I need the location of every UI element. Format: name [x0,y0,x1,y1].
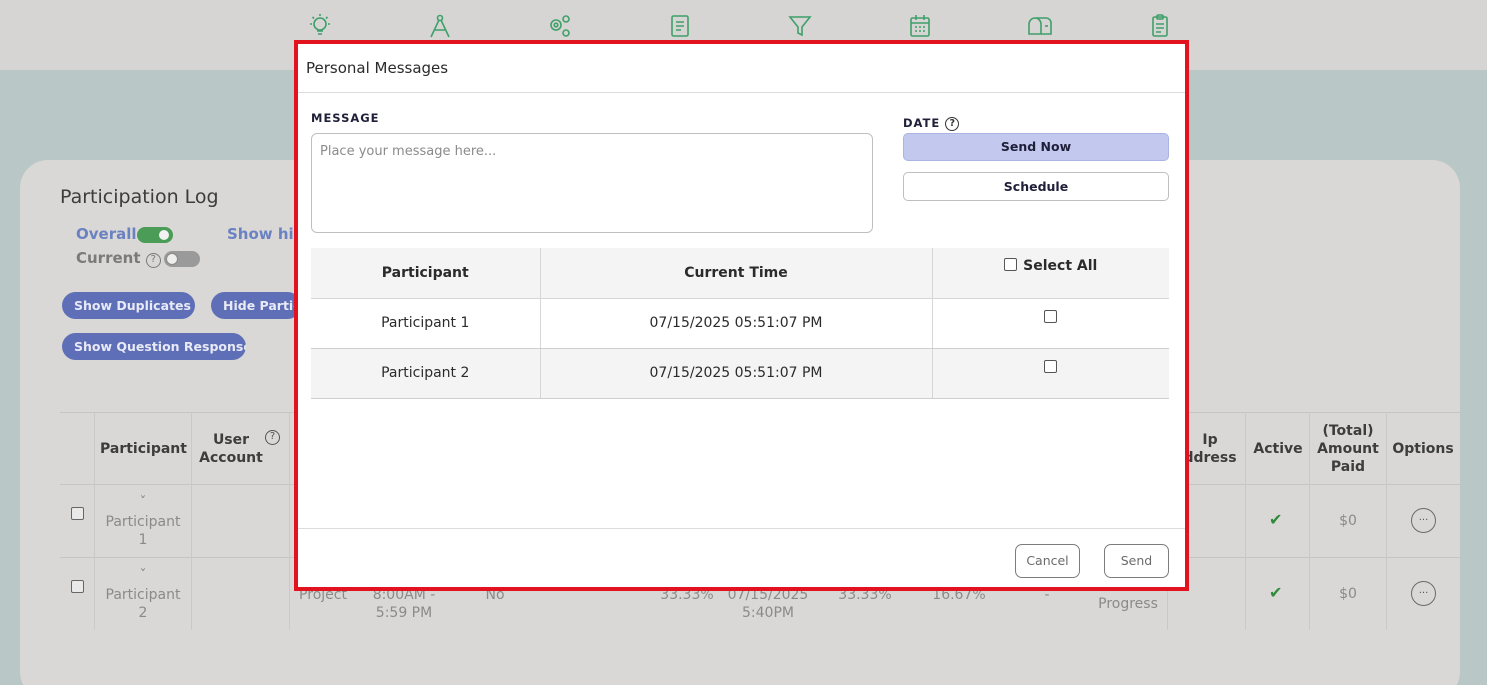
filter-icon[interactable] [786,12,814,40]
column-divider [1309,412,1310,630]
select-cell [931,298,1169,349]
column-divider [1245,412,1246,630]
select-all-checkbox[interactable] [1004,258,1018,271]
schedule-button[interactable]: Schedule [903,172,1169,201]
participant-checkbox[interactable] [1044,309,1058,323]
date-label: DATE? [903,116,960,131]
hide-participants-button[interactable]: Hide Partic [211,292,301,319]
row-participant: Participant 2 [105,587,181,621]
modal-title: Personal Messages [306,59,449,77]
row-checkbox[interactable] [71,580,84,593]
participant-checkbox[interactable] [1044,359,1058,373]
row-status: Progress [1098,596,1158,612]
compass-icon[interactable] [426,12,454,40]
current-label: Current ? [76,249,161,268]
row-schedule: 8:00AM - 5:59 PM [372,587,436,621]
header-ip-address: Ip ddress [1183,432,1237,466]
modal-header: Personal Messages [298,44,1185,93]
expand-chevron-icon[interactable]: ˇ [100,494,186,512]
current-time-cell: 07/15/2025 05:51:07 PM [539,298,932,349]
header-participant: Participant [311,248,540,299]
row-participant: Participant 1 [105,514,181,548]
participant-cell: Participant 2 [311,348,540,399]
header-current-time: Current Time [539,248,932,299]
help-icon[interactable]: ? [265,430,280,445]
options-menu-icon[interactable]: ... [1411,508,1436,533]
page-title: Participation Log [60,186,219,208]
column-divider [94,412,95,630]
participant-cell: Participant 1 [311,298,540,349]
options-menu-icon[interactable]: ... [1411,581,1436,606]
mailbox-icon[interactable] [1026,12,1054,40]
message-textarea[interactable] [311,133,873,233]
personal-messages-modal: Personal Messages MESSAGE DATE? Send Now… [294,40,1189,591]
header-participant[interactable]: Participant [100,440,187,458]
current-toggle[interactable] [164,251,200,267]
document-icon[interactable] [666,12,694,40]
show-duplicates-button[interactable]: Show Duplicates [62,292,195,319]
lightbulb-icon[interactable] [306,12,334,40]
select-all-label[interactable]: Select All [1023,258,1097,274]
active-check-icon: ✔ [1269,583,1283,602]
modal-footer-divider [298,528,1185,529]
column-divider [191,412,192,630]
cancel-button[interactable]: Cancel [1015,544,1080,578]
header-options: Options [1392,441,1454,457]
header-select-all: Select All [931,248,1169,299]
calendar-icon[interactable] [906,12,934,40]
overall-label: Overall [76,225,137,243]
active-check-icon: ✔ [1269,510,1283,529]
current-time-cell: 07/15/2025 05:51:07 PM [539,348,932,399]
row-amount: $0 [1339,513,1357,529]
row-amount: $0 [1339,586,1357,602]
row-date: 07/15/2025 5:40PM [727,587,809,621]
message-label: MESSAGE [311,111,380,125]
column-divider [1386,412,1387,630]
table-row: Participant 1 07/15/2025 05:51:07 PM [311,298,1169,349]
participants-table: Participant Current Time Select All Part… [311,248,1169,399]
send-button[interactable]: Send [1104,544,1169,578]
header-total-amount-paid[interactable]: (Total) Amount Paid [1314,422,1382,476]
overall-toggle[interactable] [137,227,173,243]
table-row: Participant 2 07/15/2025 05:51:07 PM [311,348,1169,399]
column-divider [289,412,290,630]
date-help-icon[interactable]: ? [945,117,960,131]
header-user-account: User Account [199,432,263,466]
show-question-response-button[interactable]: Show Question Response [62,333,246,360]
send-now-button[interactable]: Send Now [903,133,1169,161]
select-cell [931,348,1169,399]
row-checkbox[interactable] [71,507,84,520]
gears-icon[interactable] [546,12,574,40]
expand-chevron-icon[interactable]: ˇ [100,567,186,585]
clipboard-icon[interactable] [1146,12,1174,40]
header-active: Active [1253,441,1303,457]
show-hidden-label[interactable]: Show hic [227,225,303,243]
help-icon[interactable]: ? [145,253,161,268]
